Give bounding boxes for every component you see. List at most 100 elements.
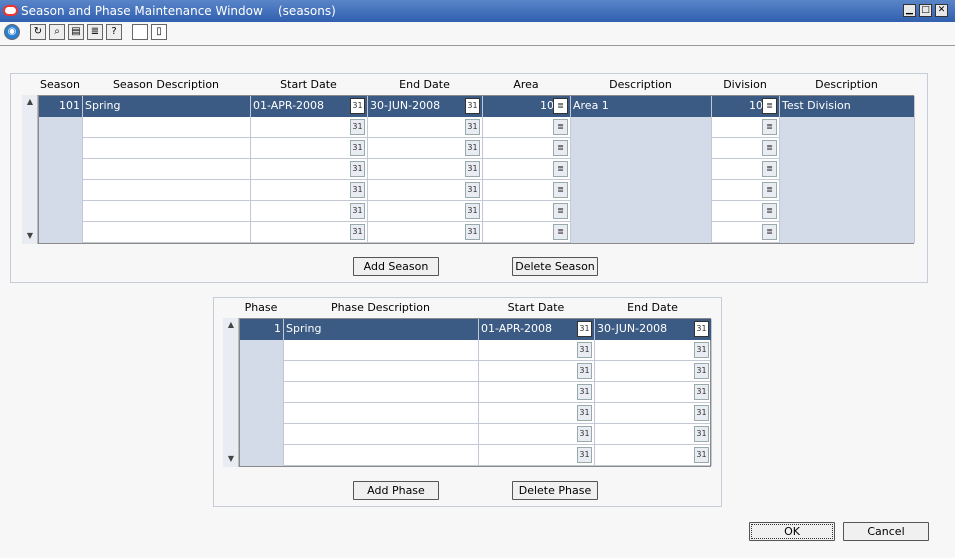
phase-description-cell[interactable]: [284, 382, 479, 403]
maximize-button[interactable]: □: [919, 4, 932, 17]
delete-phase-button[interactable]: Delete Phase: [512, 481, 598, 500]
print-icon[interactable]: ≣: [87, 24, 103, 40]
calendar-icon[interactable]: 31: [465, 161, 480, 177]
phase-description-cell[interactable]: Spring: [284, 319, 479, 340]
season-description-cell[interactable]: Spring: [83, 96, 251, 117]
find-icon[interactable]: ⌕: [49, 24, 65, 40]
new-icon[interactable]: ▯: [151, 24, 167, 40]
scroll-down-icon[interactable]: ▼: [25, 231, 35, 241]
list-of-values-icon[interactable]: ≣: [762, 182, 777, 198]
list-of-values-icon[interactable]: ≣: [762, 140, 777, 156]
phase-description-cell[interactable]: [284, 445, 479, 466]
blank-icon[interactable]: [132, 24, 148, 40]
calendar-icon[interactable]: 31: [577, 342, 592, 358]
calendar-icon[interactable]: 31: [694, 342, 709, 358]
season-description-cell[interactable]: [83, 201, 251, 222]
list-of-values-icon[interactable]: ≣: [553, 161, 568, 177]
list-of-values-icon[interactable]: ≣: [762, 224, 777, 240]
list-of-values-icon[interactable]: ≣: [553, 182, 568, 198]
table-row[interactable]: 31 31: [240, 424, 712, 445]
calendar-icon[interactable]: 31: [350, 161, 365, 177]
add-season-button[interactable]: Add Season: [353, 257, 439, 276]
division-description-cell: [780, 138, 915, 159]
table-row[interactable]: 31 31: [240, 340, 712, 361]
calendar-icon[interactable]: 31: [694, 363, 709, 379]
season-description-cell[interactable]: [83, 222, 251, 243]
list-of-values-icon[interactable]: ≣: [553, 140, 568, 156]
table-row[interactable]: 31 31 ≣ ≣: [39, 201, 915, 222]
season-scrollbar[interactable]: ▲ ▼: [22, 95, 38, 244]
calendar-icon[interactable]: 31: [350, 140, 365, 156]
calendar-icon[interactable]: 31: [694, 384, 709, 400]
calendar-icon[interactable]: 31: [350, 224, 365, 240]
list-of-values-icon[interactable]: ≣: [762, 161, 777, 177]
close-button[interactable]: ✕: [935, 4, 948, 17]
season-description-cell[interactable]: [83, 180, 251, 201]
calendar-icon[interactable]: 31: [577, 447, 592, 463]
calendar-icon[interactable]: 31: [465, 224, 480, 240]
calendar-icon[interactable]: 31: [465, 119, 480, 135]
table-row[interactable]: 31 31 ≣ ≣: [39, 159, 915, 180]
phase-cell: [240, 382, 284, 403]
column-header: Season Description: [112, 78, 220, 91]
calendar-icon[interactable]: 31: [465, 140, 480, 156]
calendar-icon[interactable]: 31: [465, 182, 480, 198]
table-row[interactable]: 31 31 ≣ ≣: [39, 138, 915, 159]
table-row[interactable]: 31 31: [240, 382, 712, 403]
scroll-up-icon[interactable]: ▲: [25, 97, 35, 107]
calendar-icon[interactable]: 31: [350, 119, 365, 135]
calendar-icon[interactable]: 31: [577, 321, 592, 337]
table-row[interactable]: 31 31 ≣ ≣: [39, 222, 915, 243]
calendar-icon[interactable]: 31: [694, 426, 709, 442]
calendar-icon[interactable]: 31: [577, 426, 592, 442]
phase-description-cell[interactable]: [284, 403, 479, 424]
minimize-button[interactable]: ▁: [903, 4, 916, 17]
table-row[interactable]: 31 31: [240, 361, 712, 382]
list-of-values-icon[interactable]: ≣: [553, 119, 568, 135]
table-row[interactable]: 31 31 ≣ ≣: [39, 180, 915, 201]
calendar-icon[interactable]: 31: [577, 363, 592, 379]
table-row[interactable]: 31 31 ≣ ≣: [39, 117, 915, 138]
table-row[interactable]: 1 Spring 01-APR-2008 31 30-JUN-2008 31: [240, 319, 712, 340]
phase-description-cell[interactable]: [284, 340, 479, 361]
calendar-icon[interactable]: 31: [694, 447, 709, 463]
scroll-down-icon[interactable]: ▼: [226, 454, 236, 464]
phase-cell: [240, 445, 284, 466]
calendar-icon[interactable]: 31: [577, 384, 592, 400]
calendar-icon[interactable]: 31: [694, 321, 709, 337]
globe-icon[interactable]: ◉: [4, 24, 20, 40]
list-of-values-icon[interactable]: ≣: [553, 98, 568, 114]
ok-button[interactable]: OK: [749, 522, 835, 541]
phase-scrollbar[interactable]: ▲ ▼: [223, 318, 239, 467]
save-icon[interactable]: ▤: [68, 24, 84, 40]
area-description-cell: [571, 222, 712, 243]
phase-cell: [240, 340, 284, 361]
season-description-cell[interactable]: [83, 159, 251, 180]
calendar-icon[interactable]: 31: [465, 203, 480, 219]
calendar-icon[interactable]: 31: [350, 203, 365, 219]
calendar-icon[interactable]: 31: [694, 405, 709, 421]
list-of-values-icon[interactable]: ≣: [553, 203, 568, 219]
calendar-icon[interactable]: 31: [350, 98, 365, 114]
phase-description-cell[interactable]: [284, 424, 479, 445]
calendar-icon[interactable]: 31: [465, 98, 480, 114]
list-of-values-icon[interactable]: ≣: [553, 224, 568, 240]
refresh-icon[interactable]: ↻: [30, 24, 46, 40]
list-of-values-icon[interactable]: ≣: [762, 203, 777, 219]
table-row[interactable]: 101Spring01-APR-20083130-JUN-2008311000≣…: [39, 96, 915, 117]
list-of-values-icon[interactable]: ≣: [762, 98, 777, 114]
help-icon[interactable]: ?: [106, 24, 122, 40]
season-description-cell[interactable]: [83, 138, 251, 159]
table-row[interactable]: 31 31: [240, 445, 712, 466]
table-row[interactable]: 31 31: [240, 403, 712, 424]
add-phase-button[interactable]: Add Phase: [353, 481, 439, 500]
cancel-button[interactable]: Cancel: [843, 522, 929, 541]
season-description-cell[interactable]: [83, 117, 251, 138]
delete-season-button[interactable]: Delete Season: [512, 257, 598, 276]
scroll-up-icon[interactable]: ▲: [226, 320, 236, 330]
calendar-icon[interactable]: 31: [350, 182, 365, 198]
phase-cell: [240, 424, 284, 445]
list-of-values-icon[interactable]: ≣: [762, 119, 777, 135]
calendar-icon[interactable]: 31: [577, 405, 592, 421]
phase-description-cell[interactable]: [284, 361, 479, 382]
